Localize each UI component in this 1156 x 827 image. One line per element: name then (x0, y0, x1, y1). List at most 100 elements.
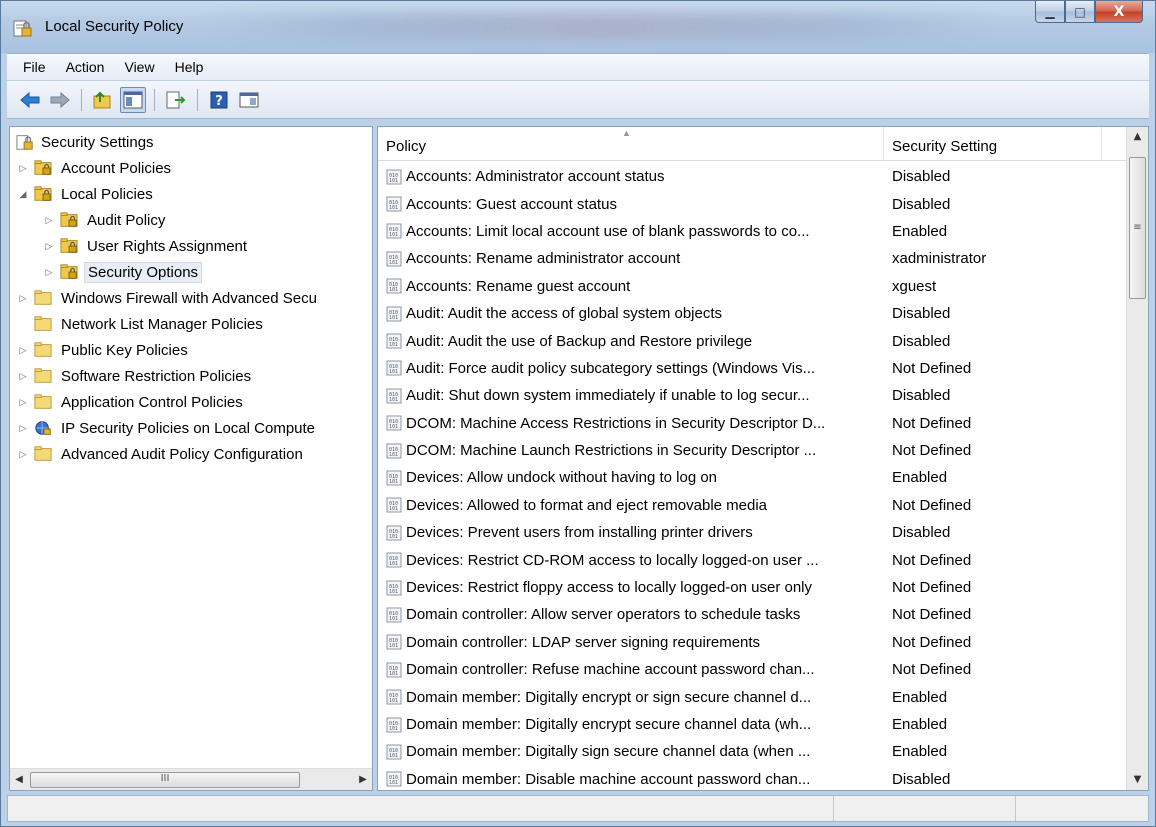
tree-item-advanced-audit-policy-configuration[interactable]: ▷ Advanced Audit Policy Configuration (16, 442, 306, 466)
collapse-arrow-icon[interactable]: ◢ (16, 189, 30, 200)
expand-arrow-icon[interactable]: ▷ (16, 163, 30, 174)
policy-row[interactable]: 010 101 Devices: Allowed to format and eje… (378, 492, 1126, 519)
security-setting-value: Not Defined (892, 633, 972, 651)
back-button[interactable] (17, 87, 43, 113)
policy-row[interactable]: 010 101 Domain member: Digitally encrypt s… (378, 711, 1126, 738)
policy-row[interactable]: 010 101 Audit: Audit the use of Backup and… (378, 327, 1126, 354)
policy-name: Audit: Audit the access of global system… (406, 305, 723, 323)
policy-row[interactable]: 010 101 Domain member: Digitally encrypt o… (378, 683, 1126, 710)
forward-button[interactable] (47, 87, 73, 113)
folder-icon (34, 290, 52, 305)
policy-row[interactable]: 010 101 Accounts: Rename administrator acc… (378, 245, 1126, 272)
expand-arrow-icon[interactable]: ▷ (16, 371, 30, 382)
expand-arrow-icon[interactable]: ▷ (42, 267, 56, 278)
vertical-scroll-thumb[interactable]: ≡ (1129, 157, 1146, 299)
up-one-level-button[interactable] (90, 87, 116, 113)
policy-name: Domain controller: Allow server operator… (406, 606, 801, 624)
tree-item-security-options[interactable]: ▷ Security Options (42, 260, 203, 284)
policy-setting-icon: 010101 (386, 251, 402, 267)
title-bar[interactable]: Local Security Policy ▁ □ X (1, 1, 1155, 53)
policy-cell: 010 101 DCOM: Machine Access Restrictions … (378, 415, 884, 432)
policy-row[interactable]: 010 101 Domain controller: LDAP server sig… (378, 629, 1126, 656)
expand-arrow-icon[interactable]: ▷ (42, 215, 56, 226)
column-header-security-setting[interactable]: Security Setting (884, 127, 1102, 161)
tree-item-network-list-manager-policies[interactable]: Network List Manager Policies (16, 312, 266, 336)
policy-setting-icon: 010101 (386, 717, 402, 732)
policy-name: DCOM: Machine Launch Restrictions in Sec… (406, 442, 817, 460)
tree-horizontal-scrollbar[interactable]: ◀ III ▶ (10, 768, 372, 790)
security-setting-value: Disabled (892, 305, 951, 323)
scroll-left-arrow[interactable]: ◀ (10, 774, 28, 785)
security-setting-value: Enabled (892, 688, 948, 706)
policy-row[interactable]: 010 101 Audit: Force audit policy subcateg… (378, 355, 1126, 382)
policy-name: Accounts: Rename administrator account (406, 250, 681, 268)
policy-row[interactable]: 010 101 Accounts: Administrator account st… (378, 163, 1126, 190)
maximize-button[interactable]: □ (1065, 1, 1095, 23)
policy-row[interactable]: 010 101 Accounts: Guest account status Disa… (378, 190, 1126, 217)
column-header-policy[interactable]: ▲ Policy (378, 127, 884, 161)
expand-arrow-icon[interactable]: ▷ (42, 241, 56, 252)
list-vertical-scrollbar[interactable]: ▲ ≡ ▼ (1126, 127, 1148, 790)
svg-text:101: 101 (389, 534, 398, 540)
tree-item-local-policies[interactable]: ◢ Local Policies (16, 182, 156, 206)
svg-text:101: 101 (389, 369, 398, 375)
minimize-button[interactable]: ▁ (1035, 1, 1065, 23)
policy-row[interactable]: 010 101 Audit: Shut down system immediatel… (378, 382, 1126, 409)
locked-folder-icon (60, 238, 78, 253)
policy-row[interactable]: 010 101 Domain controller: Allow server op… (378, 601, 1126, 628)
horizontal-scroll-thumb[interactable]: III (30, 771, 300, 788)
menu-action[interactable]: Action (56, 59, 115, 75)
policy-row[interactable]: 010 101 Domain member: Digitally sign secu… (378, 738, 1126, 765)
svg-text:101: 101 (389, 506, 398, 512)
menu-view[interactable]: View (114, 59, 164, 75)
policy-row[interactable]: 010 101 Devices: Restrict CD-ROM access to… (378, 546, 1126, 573)
tree-item-account-policies[interactable]: ▷ Account Policies (16, 156, 174, 180)
scroll-right-arrow[interactable]: ▶ (354, 774, 372, 785)
policy-name: Audit: Shut down system immediately if u… (406, 387, 810, 405)
policy-row[interactable]: 010 101 Audit: Audit the access of global … (378, 300, 1126, 327)
help-icon: ? (210, 91, 228, 109)
scroll-up-arrow[interactable]: ▲ (1127, 127, 1148, 147)
policy-setting-icon: 010101 (386, 525, 402, 541)
export-list-icon (166, 91, 186, 108)
policy-row[interactable]: 010 101 Devices: Allow undock without havi… (378, 464, 1126, 491)
svg-text:101: 101 (389, 342, 398, 348)
policy-name: Accounts: Administrator account status (406, 168, 665, 186)
policy-name: Devices: Allowed to format and eject rem… (406, 496, 768, 514)
expand-arrow-icon[interactable]: ▷ (16, 345, 30, 356)
tree-root-security-settings[interactable]: Security Settings (16, 130, 157, 154)
expand-arrow-icon[interactable]: ▷ (16, 397, 30, 408)
tree-item-ip-security-policies-on-local-compute[interactable]: ▷ IP Security Policies on Local Compute (16, 416, 318, 440)
expand-arrow-icon[interactable]: ▷ (16, 423, 30, 434)
local-security-policy-window: Local Security Policy ▁ □ X File Action … (0, 0, 1156, 827)
show-hide-console-tree-button[interactable] (120, 86, 146, 113)
menu-file[interactable]: File (13, 59, 56, 75)
policy-row[interactable]: 010 101 Domain controller: Refuse machine … (378, 656, 1126, 683)
policy-row[interactable]: 010 101 Accounts: Rename guest account xgue… (378, 273, 1126, 300)
policy-name: Accounts: Guest account status (406, 195, 617, 213)
scroll-down-arrow[interactable]: ▼ (1127, 770, 1148, 790)
toolbar-separator (154, 88, 155, 111)
export-list-button[interactable] (163, 87, 189, 113)
svg-text:101: 101 (389, 260, 398, 266)
close-button[interactable]: X (1095, 1, 1143, 23)
policy-row[interactable]: 010 101 DCOM: Machine Launch Restrictions … (378, 437, 1126, 464)
policy-row[interactable]: 010 101 Devices: Restrict floppy access to… (378, 574, 1126, 601)
tree-item-software-restriction-policies[interactable]: ▷ Software Restriction Policies (16, 364, 254, 388)
tree-item-application-control-policies[interactable]: ▷ Application Control Policies (16, 390, 246, 414)
help-button[interactable]: ? (206, 87, 232, 113)
expand-arrow-icon[interactable]: ▷ (16, 293, 30, 304)
tree-item-windows-firewall-with-advanced-secu[interactable]: ▷ Windows Firewall with Advanced Secu (16, 286, 320, 310)
svg-text:101: 101 (389, 698, 398, 704)
expand-arrow-icon[interactable]: ▷ (16, 449, 30, 460)
tree-item-public-key-policies[interactable]: ▷ Public Key Policies (16, 338, 191, 362)
policy-row[interactable]: 010 101 Devices: Prevent users from instal… (378, 519, 1126, 546)
security-setting-value: xadministrator (892, 250, 987, 268)
policy-row[interactable]: 010 101 Accounts: Limit local account use … (378, 218, 1126, 245)
policy-row[interactable]: 010 101 Domain member: Disable machine acc… (378, 766, 1126, 790)
menu-help[interactable]: Help (165, 59, 214, 75)
properties-button[interactable] (236, 87, 262, 113)
policy-row[interactable]: 010 101 DCOM: Machine Access Restrictions … (378, 410, 1126, 437)
tree-item-audit-policy[interactable]: ▷ Audit Policy (42, 208, 168, 232)
tree-item-user-rights-assignment[interactable]: ▷ User Rights Assignment (42, 234, 250, 258)
